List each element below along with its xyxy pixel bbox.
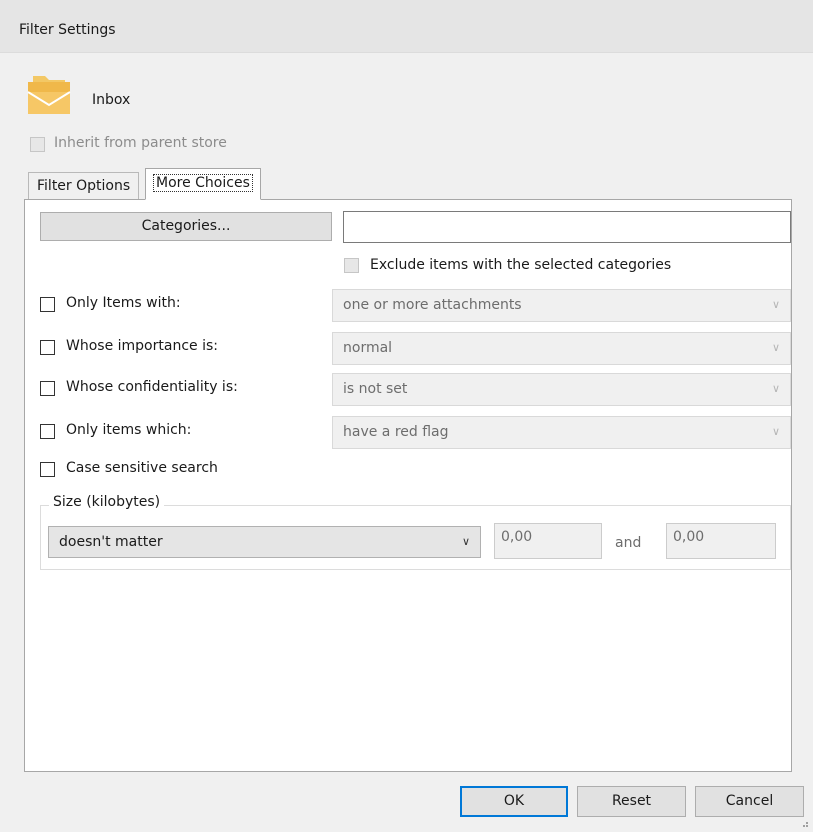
- title-bar: Filter Settings: [0, 0, 813, 53]
- only-items-with-label: Only Items with:: [66, 295, 181, 311]
- resize-grip-icon[interactable]: [799, 818, 809, 828]
- only-items-which-value: have a red flag: [343, 424, 449, 440]
- inherit-checkbox[interactable]: [30, 137, 45, 152]
- confidentiality-select[interactable]: is not set ∨: [332, 373, 791, 406]
- exclude-categories-label: Exclude items with the selected categori…: [370, 257, 672, 273]
- tab-filter-options-label: Filter Options: [37, 178, 131, 194]
- chevron-down-icon: ∨: [771, 341, 780, 354]
- categories-button[interactable]: Categories...: [40, 212, 332, 241]
- size-max-input[interactable]: 0,00: [666, 523, 776, 559]
- only-items-which-label: Only items which:: [66, 422, 192, 438]
- confidentiality-label: Whose confidentiality is:: [66, 379, 238, 395]
- size-group-title: Size (kilobytes): [49, 494, 165, 510]
- reset-button[interactable]: Reset: [577, 786, 686, 817]
- dialog-title: Filter Settings: [19, 22, 116, 38]
- filter-settings-dialog: Filter Settings Inbox Inherit from paren…: [0, 0, 813, 832]
- only-items-which-select[interactable]: have a red flag ∨: [332, 416, 791, 449]
- exclude-categories-checkbox[interactable]: [344, 258, 359, 273]
- chevron-down-icon: ∨: [771, 298, 780, 311]
- more-choices-panel: [24, 199, 792, 772]
- confidentiality-checkbox[interactable]: [40, 381, 55, 396]
- chevron-down-icon: ∨: [461, 535, 470, 548]
- size-mode-value: doesn't matter: [59, 534, 163, 550]
- only-items-which-checkbox[interactable]: [40, 424, 55, 439]
- tab-more-choices[interactable]: More Choices: [145, 168, 261, 200]
- importance-select[interactable]: normal ∨: [332, 332, 791, 365]
- cancel-button[interactable]: Cancel: [695, 786, 804, 817]
- folder-name: Inbox: [92, 92, 131, 108]
- ok-button[interactable]: OK: [460, 786, 568, 817]
- importance-value: normal: [343, 340, 393, 356]
- size-mode-select[interactable]: doesn't matter ∨: [48, 526, 481, 558]
- chevron-down-icon: ∨: [771, 382, 780, 395]
- tab-filter-options[interactable]: Filter Options: [28, 172, 140, 200]
- categories-input[interactable]: [343, 211, 791, 243]
- inherit-label: Inherit from parent store: [54, 135, 227, 151]
- case-sensitive-label: Case sensitive search: [66, 460, 218, 476]
- folder-mail-icon: [27, 76, 71, 114]
- only-items-with-select[interactable]: one or more attachments ∨: [332, 289, 791, 322]
- case-sensitive-checkbox[interactable]: [40, 462, 55, 477]
- chevron-down-icon: ∨: [771, 425, 780, 438]
- tab-more-choices-label: More Choices: [153, 174, 253, 192]
- importance-label: Whose importance is:: [66, 338, 218, 354]
- confidentiality-value: is not set: [343, 381, 408, 397]
- only-items-with-checkbox[interactable]: [40, 297, 55, 312]
- size-min-input[interactable]: 0,00: [494, 523, 602, 559]
- only-items-with-value: one or more attachments: [343, 297, 522, 313]
- importance-checkbox[interactable]: [40, 340, 55, 355]
- size-and-label: and: [615, 535, 642, 551]
